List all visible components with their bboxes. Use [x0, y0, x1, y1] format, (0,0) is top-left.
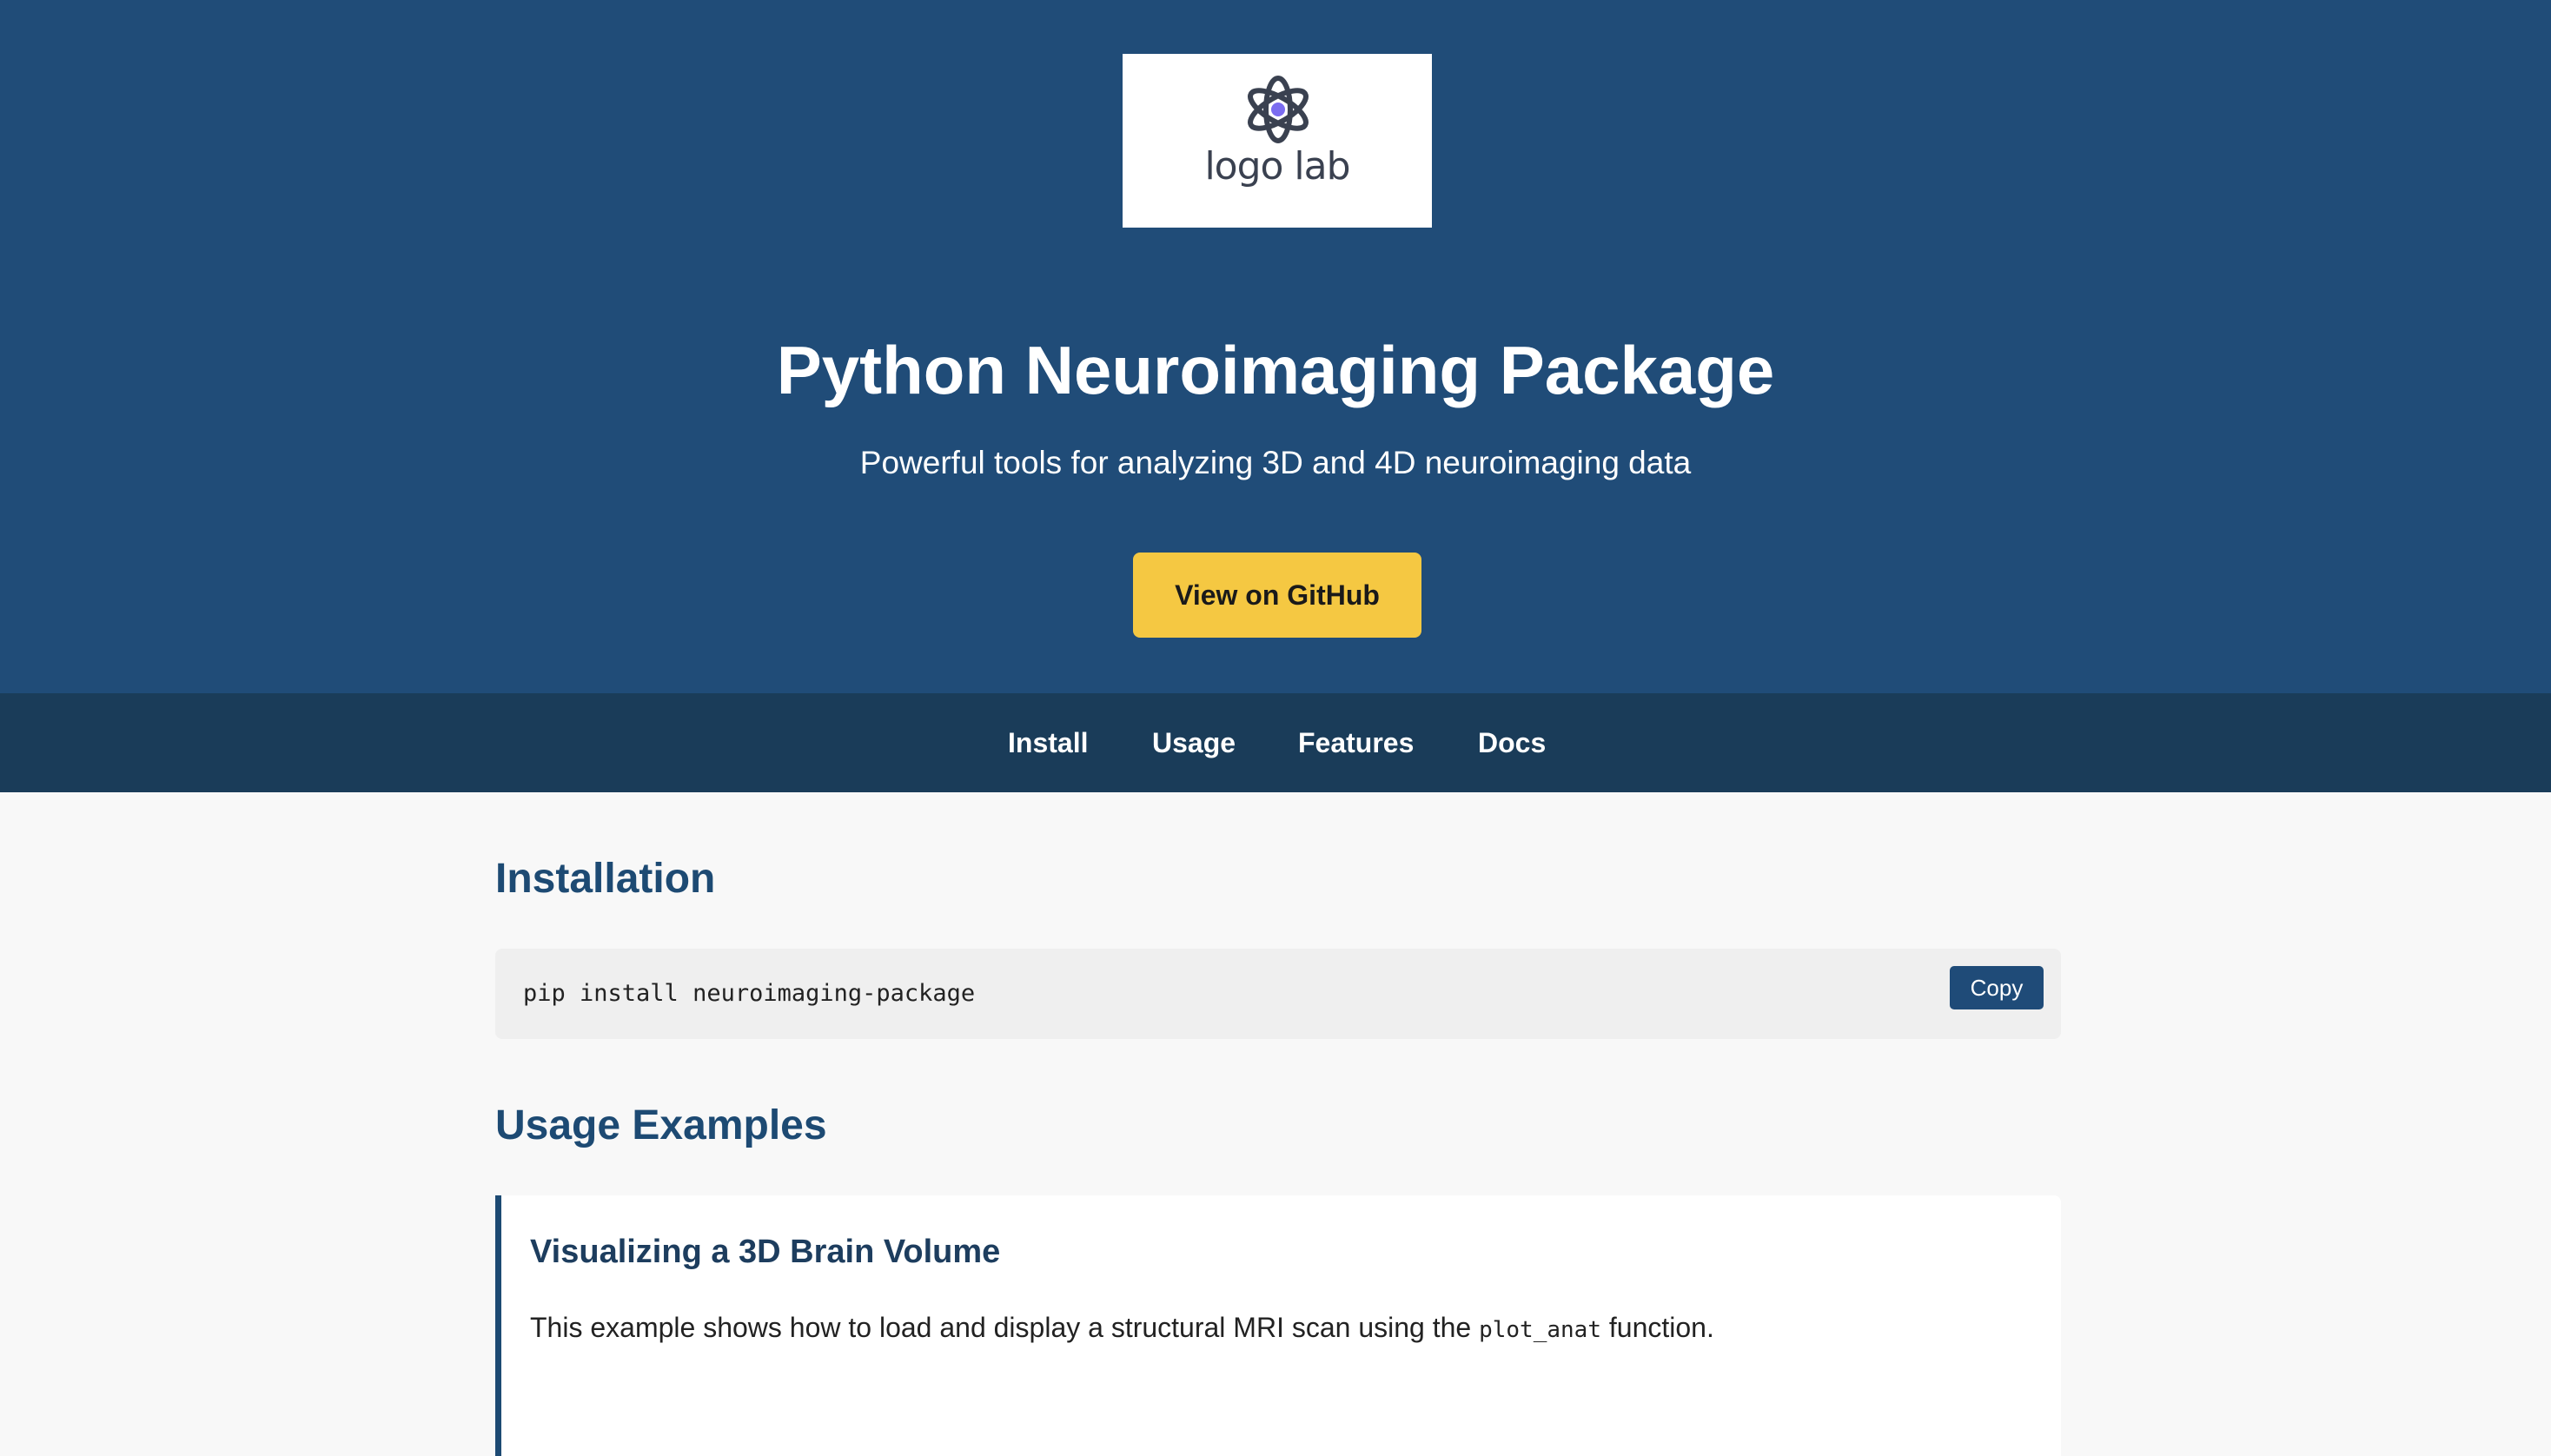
atom-icon	[1248, 76, 1309, 143]
view-on-github-button[interactable]: View on GitHub	[1133, 553, 1421, 638]
logo[interactable]: logo lab	[1123, 54, 1432, 228]
example-description: This example shows how to load and displ…	[530, 1308, 1714, 1349]
inline-code-function: plot_anat	[1479, 1317, 1601, 1343]
logo-text: logo lab	[1204, 144, 1350, 189]
installation-heading: Installation	[495, 856, 716, 902]
usage-heading: Usage Examples	[495, 1102, 827, 1148]
example-card: Visualizing a 3D Brain Volume This examp…	[495, 1195, 2061, 1456]
nav-item-docs[interactable]: Docs	[1478, 693, 1546, 792]
section-nav: Install Usage Features Docs	[0, 693, 2551, 792]
nav-item-install[interactable]: Install	[1008, 693, 1088, 792]
hero-banner: logo lab Python Neuroimaging Package Pow…	[0, 0, 2551, 693]
example-title: Visualizing a 3D Brain Volume	[530, 1234, 1001, 1270]
install-code-block: pip install neuroimaging-package Copy	[495, 949, 2061, 1039]
page-title: Python Neuroimaging Package	[776, 332, 1775, 408]
example-desc-text-end: function.	[1600, 1312, 1714, 1343]
install-command: pip install neuroimaging-package	[523, 980, 976, 1007]
page-subtitle: Powerful tools for analyzing 3D and 4D n…	[859, 445, 1692, 480]
nav-item-usage[interactable]: Usage	[1152, 693, 1236, 792]
example-desc-text: This example shows how to load and displ…	[530, 1312, 1480, 1343]
nav-item-features[interactable]: Features	[1298, 693, 1414, 792]
copy-button[interactable]: Copy	[1950, 966, 2044, 1009]
